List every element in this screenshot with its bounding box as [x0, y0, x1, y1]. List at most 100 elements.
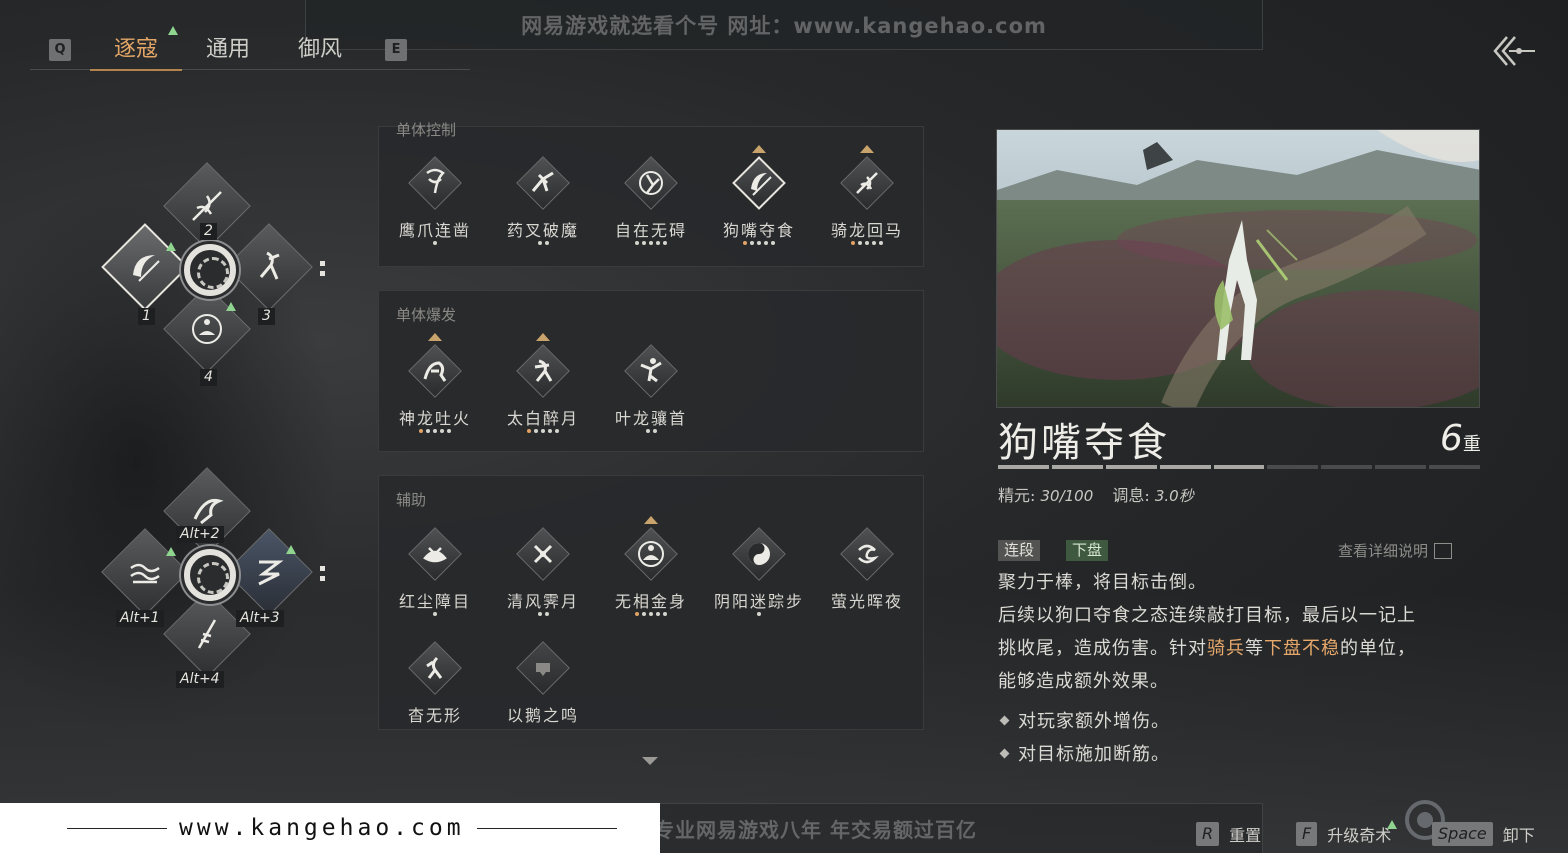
more-indicator	[320, 261, 326, 281]
skill-item[interactable]: 以鹅之鸣	[489, 638, 597, 748]
wind-blades-icon	[516, 527, 570, 581]
level-number: 6	[1440, 418, 1463, 459]
level-segment	[1267, 465, 1319, 469]
leaping-dragon-icon	[624, 344, 678, 398]
desc-highlight: 骑兵	[1207, 638, 1245, 659]
skill-name: 太白醉月	[506, 409, 579, 428]
skill-level-dots	[489, 241, 597, 247]
view-details-link[interactable]: 查看详细说明	[1338, 540, 1453, 561]
upgrade-arrow-icon	[168, 25, 179, 35]
skill-item[interactable]: 萤光晖夜	[813, 524, 921, 634]
skill-level-dots	[381, 241, 489, 247]
stat-label: 调息:	[1112, 486, 1150, 505]
skill-level-dots	[489, 612, 597, 618]
skill-wheel-alt: Alt+2 Alt+1 Alt+3 Alt+4	[90, 455, 330, 695]
hint-label: 升级奇术	[1327, 826, 1392, 845]
hint-label: 卸下	[1502, 826, 1535, 845]
scroll-down-arrow-icon[interactable]	[642, 757, 658, 765]
skill-item[interactable]: 无相金身	[597, 516, 705, 634]
level-segment	[998, 465, 1049, 469]
slot-number: 1	[138, 308, 155, 325]
level-segment	[1429, 465, 1481, 469]
tab-zhukou[interactable]: 逐寇	[90, 25, 183, 71]
skill-item[interactable]: 红尘障目	[381, 524, 489, 634]
skill-level: 6重	[1440, 418, 1481, 459]
desc-line: 聚力于棒，将目标击倒。	[998, 572, 1207, 593]
skill-item[interactable]: 神龙吐火	[381, 333, 489, 451]
skill-name: 自在无碍	[614, 221, 687, 240]
effect-item: 对玩家额外增伤。	[998, 705, 1170, 738]
slot-number: 3	[258, 308, 275, 325]
skill-description: 聚力于棒，将目标击倒。 后续以狗口夺食之态连续敲打目标，最后以一记上 挑收尾，造…	[998, 566, 1478, 698]
more-indicator	[320, 566, 326, 586]
skill-name: 叶龙骧首	[614, 409, 687, 428]
skill-item-selected[interactable]: 狗嘴夺食	[705, 145, 813, 263]
desc-text: 的单位，	[1340, 638, 1416, 659]
key-space: Space	[1432, 822, 1493, 846]
skill-level-dots	[813, 241, 921, 247]
slot-number: 2	[200, 223, 217, 240]
skill-name: 杳无形	[407, 706, 462, 725]
wheel-center-hub-icon[interactable]	[184, 549, 236, 601]
diamond-bullet-icon	[999, 715, 1010, 726]
tab-label: 逐寇	[114, 36, 159, 62]
meditate-icon	[624, 527, 678, 581]
skill-item[interactable]: 太白醉月	[489, 333, 597, 451]
slot-number: 4	[200, 369, 217, 386]
vanish-icon	[408, 641, 462, 695]
effect-item: 对目标施加断筋。	[998, 738, 1170, 771]
unload-hint[interactable]: Space 卸下	[1432, 822, 1535, 846]
upgrade-arrow-icon	[166, 242, 176, 251]
skill-name: 狗嘴夺食	[722, 221, 795, 240]
skill-item[interactable]: 自在无碍	[597, 153, 705, 263]
site-url-bar: www.kangehao.com	[0, 803, 660, 853]
wheel-center-hub-icon[interactable]	[184, 244, 236, 296]
skill-effects: 对玩家额外增伤。 对目标施加断筋。	[998, 705, 1170, 771]
level-segment	[1051, 465, 1103, 469]
key-f: F	[1296, 822, 1318, 846]
dust-icon	[408, 527, 462, 581]
desc-line: 后续以狗口夺食之态连续敲打目标，最后以一记上	[998, 605, 1416, 626]
skill-item[interactable]: 杳无形	[381, 638, 489, 748]
level-segment	[1213, 465, 1265, 469]
back-arrow-icon[interactable]	[1493, 34, 1537, 68]
stat-label: 精元:	[998, 486, 1036, 505]
skill-level-dots	[381, 612, 489, 618]
level-segment	[1321, 465, 1373, 469]
skill-item[interactable]: 清风霁月	[489, 524, 597, 634]
staff-icon	[176, 603, 238, 665]
skill-item[interactable]: 阴阳迷踪步	[705, 524, 813, 634]
key-hint-e[interactable]: E	[385, 38, 408, 61]
upgrade-arrow-icon	[286, 545, 296, 554]
tab-tongyong[interactable]: 通用	[182, 30, 274, 70]
upgrade-hint[interactable]: F 升级奇术	[1296, 819, 1401, 846]
dragon-fire-icon	[408, 344, 462, 398]
skill-name: 神龙吐火	[398, 409, 471, 428]
group-title: 单体控制	[396, 121, 457, 139]
skill-name: 药叉破魔	[506, 221, 579, 240]
reset-hint[interactable]: R 重置	[1196, 822, 1261, 846]
desc-text: 挑收尾，造成伤害。针对	[998, 638, 1207, 659]
site-url: www.kangehao.com	[179, 815, 465, 841]
desc-text: 等	[1245, 638, 1264, 659]
slot-number: Alt+4	[176, 671, 224, 688]
tab-yufeng[interactable]: 御风	[274, 30, 366, 70]
link-label: 查看详细说明	[1338, 542, 1429, 560]
skill-item[interactable]: 药叉破魔	[489, 153, 597, 263]
slot-number: Alt+3	[236, 610, 284, 627]
skill-level-dots	[705, 241, 813, 247]
skill-name: 以鹅之鸣	[506, 706, 579, 725]
slot-number: Alt+1	[116, 610, 164, 627]
skill-item[interactable]: 鹰爪连凿	[381, 153, 489, 263]
skill-level-dots	[597, 429, 705, 435]
skill-item[interactable]: 骑龙回马	[813, 145, 921, 263]
group-title: 单体爆发	[396, 306, 457, 324]
owned-marker-icon	[752, 145, 766, 153]
spin-kick-icon	[624, 156, 678, 210]
key-hint-q[interactable]: Q	[49, 38, 71, 61]
desc-highlight: 下盘不稳	[1264, 638, 1340, 659]
skill-item[interactable]: 叶龙骧首	[597, 341, 705, 451]
hint-label: 重置	[1229, 826, 1262, 845]
level-progress-bar	[998, 465, 1481, 469]
effect-text: 对玩家额外增伤。	[1018, 711, 1170, 732]
